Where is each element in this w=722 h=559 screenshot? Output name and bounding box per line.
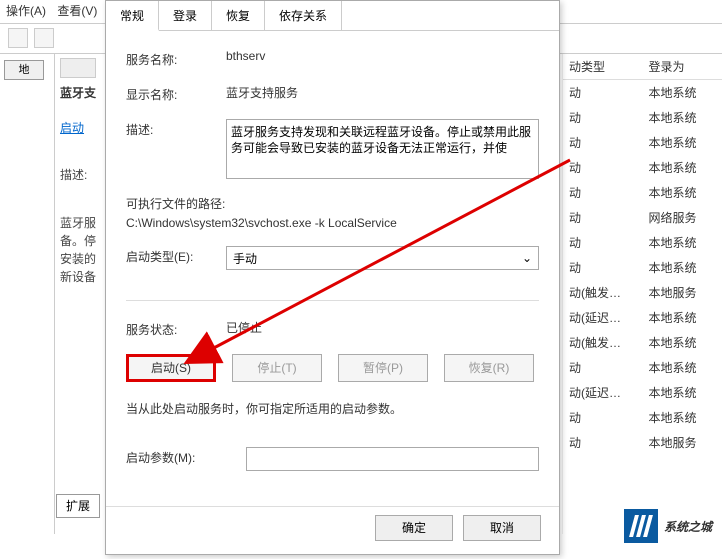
cell-startup: 动(延迟…: [563, 305, 643, 330]
start-params-label: 启动参数(M):: [126, 447, 246, 466]
cell-logon: 本地服务: [643, 280, 722, 305]
cell-startup: 动: [563, 205, 643, 230]
params-hint: 当从此处启动服务时，你可指定所适用的启动参数。: [126, 400, 539, 417]
display-name-label: 显示名称:: [126, 84, 226, 103]
tab-logon[interactable]: 登录: [159, 1, 212, 30]
cell-logon: 本地系统: [643, 130, 722, 155]
table-row[interactable]: 动本地系统: [563, 105, 722, 130]
cell-startup: 动: [563, 405, 643, 430]
separator: [126, 300, 539, 301]
cell-logon: 本地系统: [643, 255, 722, 280]
table-row[interactable]: 动本地系统: [563, 355, 722, 380]
service-status-label: 服务状态:: [126, 319, 226, 338]
cell-startup: 动(触发…: [563, 330, 643, 355]
tab-bar: 常规 登录 恢复 依存关系: [106, 1, 559, 31]
description-label: 描述:: [126, 119, 226, 138]
display-name-value: 蓝牙支持服务: [226, 84, 539, 101]
cell-startup: 动: [563, 430, 643, 455]
cell-startup: 动(延迟…: [563, 380, 643, 405]
side-desc: 蓝牙服 备。停 安装的 新设备: [60, 214, 102, 286]
services-grid: 动类型 登录为 动本地系统动本地系统动本地系统动本地系统动本地系统动网络服务动本…: [562, 54, 722, 534]
pause-button: 暂停(P): [338, 354, 428, 382]
toolbar-icon[interactable]: [34, 28, 54, 48]
col-logon-as[interactable]: 登录为: [643, 54, 722, 79]
cell-logon: 本地系统: [643, 80, 722, 105]
table-row[interactable]: 动本地系统: [563, 155, 722, 180]
chevron-down-icon: ⌄: [522, 251, 532, 265]
watermark-logo-icon: [624, 509, 658, 543]
service-name-label: 服务名称:: [126, 49, 226, 68]
cell-logon: 本地服务: [643, 430, 722, 455]
menu-action[interactable]: 操作(A): [6, 4, 46, 18]
watermark: 系统之城: [624, 509, 712, 543]
table-row[interactable]: 动(延迟…本地系统: [563, 380, 722, 405]
cell-startup: 动: [563, 255, 643, 280]
cell-logon: 本地系统: [643, 155, 722, 180]
tab-dependencies[interactable]: 依存关系: [265, 1, 342, 30]
cell-logon: 本地系统: [643, 355, 722, 380]
cell-logon: 本地系统: [643, 305, 722, 330]
cancel-button[interactable]: 取消: [463, 515, 541, 541]
cell-logon: 网络服务: [643, 205, 722, 230]
resume-button: 恢复(R): [444, 354, 534, 382]
table-row[interactable]: 动本地系统: [563, 255, 722, 280]
start-link[interactable]: 启动: [60, 119, 102, 136]
table-row[interactable]: 动本地服务: [563, 430, 722, 455]
cell-startup: 动: [563, 180, 643, 205]
table-row[interactable]: 动(延迟…本地系统: [563, 305, 722, 330]
cell-startup: 动: [563, 105, 643, 130]
cell-logon: 本地系统: [643, 105, 722, 130]
cell-startup: 动: [563, 355, 643, 380]
ok-button[interactable]: 确定: [375, 515, 453, 541]
toolbar-icon[interactable]: [8, 28, 28, 48]
table-row[interactable]: 动(触发…本地服务: [563, 280, 722, 305]
service-properties-dialog: 常规 登录 恢复 依存关系 服务名称: bthserv 显示名称: 蓝牙支持服务…: [105, 0, 560, 555]
cell-logon: 本地系统: [643, 180, 722, 205]
table-row[interactable]: 动本地系统: [563, 180, 722, 205]
service-title: 蓝牙支: [60, 84, 102, 101]
services-side-pane: 蓝牙支 启动 描述: 蓝牙服 备。停 安装的 新设备: [56, 54, 106, 494]
left-tree-pane: 地: [0, 54, 55, 534]
cell-startup: 动: [563, 80, 643, 105]
table-row[interactable]: 动本地系统: [563, 405, 722, 430]
search-icon[interactable]: [60, 58, 96, 78]
start-button[interactable]: 启动(S): [126, 354, 216, 382]
startup-type-label: 启动类型(E):: [126, 246, 226, 265]
menu-view[interactable]: 查看(V): [57, 4, 97, 18]
cell-startup: 动: [563, 230, 643, 255]
cell-logon: 本地系统: [643, 230, 722, 255]
col-startup-type[interactable]: 动类型: [563, 54, 643, 79]
table-row[interactable]: 动本地系统: [563, 230, 722, 255]
local-node[interactable]: 地: [4, 60, 44, 80]
cell-startup: 动: [563, 155, 643, 180]
cell-startup: 动: [563, 130, 643, 155]
path-label: 可执行文件的路径:: [126, 195, 539, 212]
table-row[interactable]: 动网络服务: [563, 205, 722, 230]
table-row[interactable]: 动本地系统: [563, 80, 722, 105]
startup-type-select[interactable]: 手动 ⌄: [226, 246, 539, 270]
extend-tab[interactable]: 扩展: [56, 494, 100, 518]
cell-startup: 动(触发…: [563, 280, 643, 305]
tab-general[interactable]: 常规: [106, 1, 159, 31]
cell-logon: 本地系统: [643, 330, 722, 355]
service-name-value: bthserv: [226, 49, 539, 63]
stop-button: 停止(T): [232, 354, 322, 382]
tab-recovery[interactable]: 恢复: [212, 1, 265, 30]
start-params-input[interactable]: [246, 447, 539, 471]
path-value: C:\Windows\system32\svchost.exe -k Local…: [126, 216, 539, 230]
cell-logon: 本地系统: [643, 405, 722, 430]
cell-logon: 本地系统: [643, 380, 722, 405]
table-row[interactable]: 动(触发…本地系统: [563, 330, 722, 355]
table-row[interactable]: 动本地系统: [563, 130, 722, 155]
description-textarea[interactable]: 蓝牙服务支持发现和关联远程蓝牙设备。停止或禁用此服务可能会导致已安装的蓝牙设备无…: [226, 119, 539, 179]
service-status-value: 已停止: [226, 319, 539, 336]
side-desc-label: 描述:: [60, 166, 102, 184]
